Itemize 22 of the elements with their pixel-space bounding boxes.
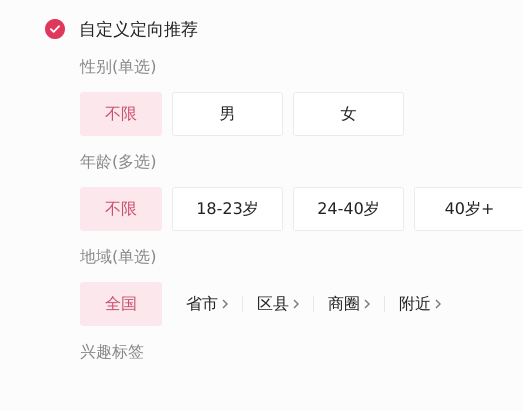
checkbox[interactable] (45, 19, 65, 39)
section-label: 年龄(多选) (80, 151, 158, 173)
option-button[interactable]: 不限 (80, 187, 162, 231)
option-button[interactable]: 区县 (243, 282, 313, 326)
option-button[interactable]: 24-40岁 (293, 187, 404, 231)
section-label: 性别(单选) (80, 56, 158, 78)
option-button[interactable]: 不限 (80, 92, 162, 136)
option-button[interactable]: 40岁+ (414, 187, 522, 231)
chevron-icon (222, 299, 228, 309)
chevron-icon (364, 299, 370, 309)
option-button[interactable]: 男 (172, 92, 283, 136)
option-button[interactable]: 女 (293, 92, 404, 136)
option-button[interactable]: 商圈 (314, 282, 384, 326)
chevron-icon (293, 299, 299, 309)
option-button[interactable]: 附近 (385, 282, 455, 326)
option-button[interactable]: 省市 (172, 282, 242, 326)
option-button[interactable]: 全国 (80, 282, 162, 326)
option-title: 自定义定向推荐 (79, 18, 198, 40)
section-label: 兴趣标签 (80, 341, 145, 363)
chevron-icon (435, 299, 441, 309)
option-button[interactable]: 18-23岁 (172, 187, 283, 231)
section-label: 地域(单选) (80, 246, 158, 268)
